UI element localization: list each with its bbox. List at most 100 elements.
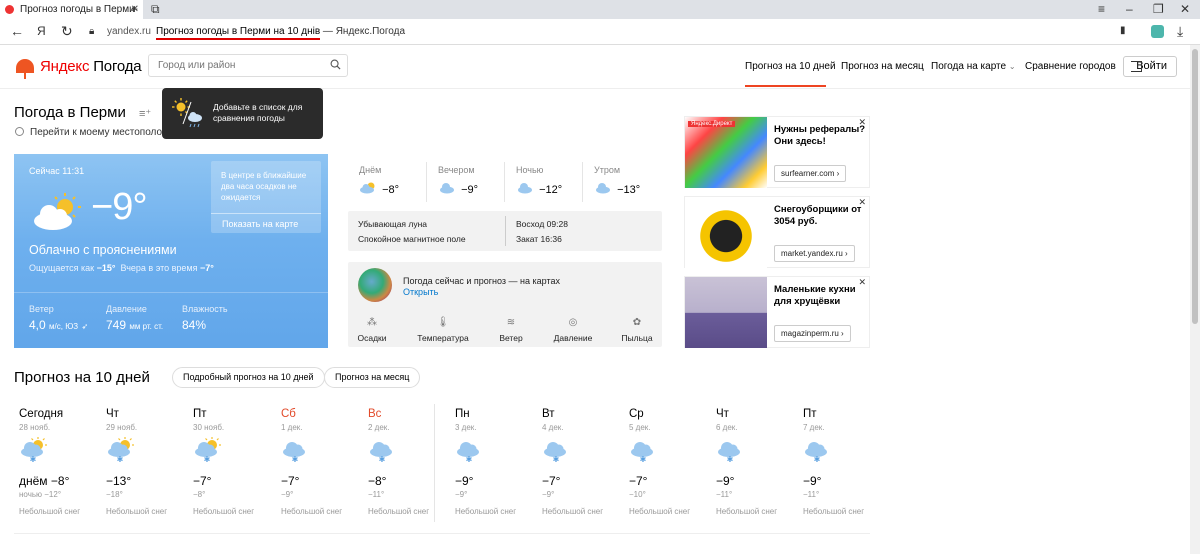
day-name: Вт bbox=[542, 408, 555, 420]
nav-forecast-month[interactable]: Прогноз на месяц bbox=[841, 61, 924, 72]
sun-cloud-compare-icon bbox=[172, 98, 202, 128]
address-bar: ← Я ↻ 🔒︎ yandex.ru Прогноз погоды в Перм… bbox=[0, 19, 1200, 45]
yandex-y-icon[interactable]: Я bbox=[37, 24, 46, 38]
detailed-forecast-button[interactable]: Подробный прогноз на 10 дней bbox=[172, 367, 325, 388]
search-input[interactable] bbox=[149, 55, 319, 76]
humidity-value: 84% bbox=[182, 318, 207, 332]
browser-tab[interactable]: Прогноз погоды в Перми ✕ bbox=[0, 0, 143, 19]
day-date: 30 нояб. bbox=[193, 423, 225, 432]
day-low-temp: −11° bbox=[368, 490, 385, 499]
wind-unit: м/с, ЮЗ bbox=[49, 322, 79, 331]
month-forecast-button[interactable]: Прогноз на месяц bbox=[324, 367, 421, 388]
partly-cloudy-snow-icon bbox=[360, 182, 375, 194]
map-thumbnail[interactable] bbox=[358, 268, 392, 302]
city-search[interactable] bbox=[148, 54, 348, 77]
day-date: 6 дек. bbox=[716, 423, 738, 432]
scrollbar-thumb[interactable] bbox=[1192, 49, 1198, 324]
part-morning[interactable]: −13° bbox=[594, 181, 640, 196]
browser-tabbar: Прогноз погоды в Перми ✕ + ⧉ ≡ – ❐ ✕ bbox=[0, 0, 1200, 19]
nav-forecast-10-days[interactable]: Прогноз на 10 дней bbox=[745, 61, 836, 72]
day-date: 7 дек. bbox=[803, 423, 825, 432]
bottom-divider bbox=[14, 533, 870, 534]
svg-text:✱: ✱ bbox=[117, 455, 124, 463]
ad-image[interactable] bbox=[685, 197, 767, 268]
minimize-icon[interactable]: – bbox=[1126, 2, 1133, 16]
close-ad-icon[interactable]: ✕ bbox=[858, 117, 866, 128]
ad-image[interactable] bbox=[685, 277, 767, 348]
reload-icon[interactable]: ↻ bbox=[61, 23, 73, 40]
ad-link-button[interactable]: market.yandex.ru › bbox=[774, 245, 855, 262]
bookmark-icon[interactable]: ▮ bbox=[1120, 25, 1126, 36]
part-night-label: Ночью bbox=[516, 165, 544, 175]
map-wind[interactable]: ≋ Ветер bbox=[481, 317, 541, 343]
sunrise: Восход 09:28 bbox=[516, 219, 568, 229]
day-name: Сегодня bbox=[19, 408, 64, 420]
chevron-down-icon: ⌄ bbox=[1008, 62, 1016, 71]
day-date: 2 дек. bbox=[368, 423, 390, 432]
add-to-compare-icon[interactable]: ≡⁺ bbox=[139, 107, 151, 120]
new-tab-icon[interactable]: + bbox=[131, 2, 138, 16]
close-ad-icon[interactable]: ✕ bbox=[858, 197, 866, 208]
window-close-icon[interactable]: ✕ bbox=[1180, 2, 1190, 16]
cloud-snow-icon bbox=[596, 183, 610, 194]
ad-title[interactable]: Маленькие кухни для хрущёвки bbox=[774, 284, 866, 308]
back-arrow-icon[interactable]: ← bbox=[10, 23, 24, 39]
map-temperature[interactable]: 🌡︎ Температура bbox=[413, 317, 473, 343]
cloud-snow-icon: ✱ bbox=[283, 442, 305, 463]
ad-link-button[interactable]: magazinperm.ru › bbox=[774, 325, 851, 342]
map-pressure[interactable]: ◎ Давление bbox=[543, 317, 603, 343]
compare-tooltip: Добавьте в список для сравнения погоды bbox=[162, 88, 323, 139]
search-icon[interactable] bbox=[330, 59, 341, 70]
sun-moon-info: Убывающая луна Спокойное магнитное поле … bbox=[348, 211, 662, 251]
ad-image[interactable] bbox=[685, 117, 767, 188]
login-button[interactable]: Войти bbox=[1123, 56, 1177, 77]
tab-manager-icon[interactable]: ⧉ bbox=[151, 2, 160, 16]
ad-banner[interactable]: Снегоуборщики от 3054 руб. market.yandex… bbox=[684, 196, 870, 268]
moon-phase: Убывающая луна bbox=[358, 219, 428, 229]
map-pressure-label: Давление bbox=[553, 333, 593, 343]
day-name: Чт bbox=[106, 408, 119, 420]
map-precipitation[interactable]: ⁂ Осадки bbox=[342, 317, 402, 343]
current-temperature: −9° bbox=[91, 186, 148, 228]
yandex-weather-logo[interactable]: Яндекс Погода bbox=[16, 56, 142, 79]
part-day[interactable]: −8° bbox=[359, 181, 399, 196]
map-pollen[interactable]: ✿ Пыльца bbox=[607, 317, 667, 343]
restore-icon[interactable]: ❐ bbox=[1153, 2, 1164, 16]
thermometer-icon: 🌡︎ bbox=[436, 317, 450, 328]
map-temperature-label: Температура bbox=[417, 333, 469, 343]
ad-title[interactable]: Нужны рефералы? Они здесь! bbox=[774, 124, 866, 148]
menu-icon[interactable]: ≡ bbox=[1098, 2, 1105, 16]
nav-compare-cities[interactable]: Сравнение городов bbox=[1025, 61, 1116, 72]
current-weather-card[interactable]: Сейчас 11:31 −9° Облачно с прояснениями … bbox=[14, 154, 328, 348]
day-high-temp: −7° bbox=[193, 474, 212, 488]
page-title: Погода в Перми bbox=[14, 104, 126, 121]
part-night[interactable]: −12° bbox=[516, 181, 562, 196]
part-morning-temp: −13° bbox=[617, 184, 641, 196]
part-evening[interactable]: −9° bbox=[438, 181, 478, 196]
sun-divider bbox=[505, 216, 506, 246]
url-domain[interactable]: yandex.ru bbox=[107, 26, 151, 37]
url-page-title[interactable]: Прогноз погоды в Перми на 10 днів — Янде… bbox=[156, 26, 405, 40]
pressure-gauge-icon: ◎ bbox=[568, 317, 578, 328]
day-name: Пт bbox=[193, 408, 207, 420]
cloud-snow-icon: ✱ bbox=[805, 442, 827, 463]
extension-icon[interactable] bbox=[1151, 25, 1164, 38]
day-name: Вс bbox=[368, 408, 382, 420]
precipitation-nowcast[interactable]: В центре в ближайшие два часа осадков не… bbox=[211, 161, 321, 233]
ad-link-button[interactable]: surfearner.com › bbox=[774, 165, 847, 182]
day-date: 5 дек. bbox=[629, 423, 651, 432]
ad-banner[interactable]: Маленькие кухни для хрущёвки magazinperm… bbox=[684, 276, 870, 348]
part-day-label: Днём bbox=[359, 165, 382, 175]
svg-text:✱: ✱ bbox=[379, 455, 386, 463]
maps-open-link[interactable]: Открыть bbox=[403, 287, 438, 297]
ad-title[interactable]: Снегоуборщики от 3054 руб. bbox=[774, 204, 866, 228]
day-name: Сб bbox=[281, 408, 296, 420]
ad-banner[interactable]: Яндекс.Директ Нужны рефералы? Они здесь!… bbox=[684, 116, 870, 188]
close-ad-icon[interactable]: ✕ bbox=[858, 277, 866, 288]
nav-weather-map[interactable]: Погода на карте ⌄ bbox=[931, 61, 1016, 72]
download-icon[interactable]: ⤓ bbox=[1177, 23, 1183, 40]
svg-text:✱: ✱ bbox=[814, 455, 821, 463]
weather-maps-promo[interactable]: Погода сейчас и прогноз — на картах Откр… bbox=[348, 262, 662, 347]
show-on-map-link[interactable]: Показать на карте bbox=[222, 219, 298, 229]
page-scrollbar[interactable] bbox=[1190, 45, 1200, 554]
